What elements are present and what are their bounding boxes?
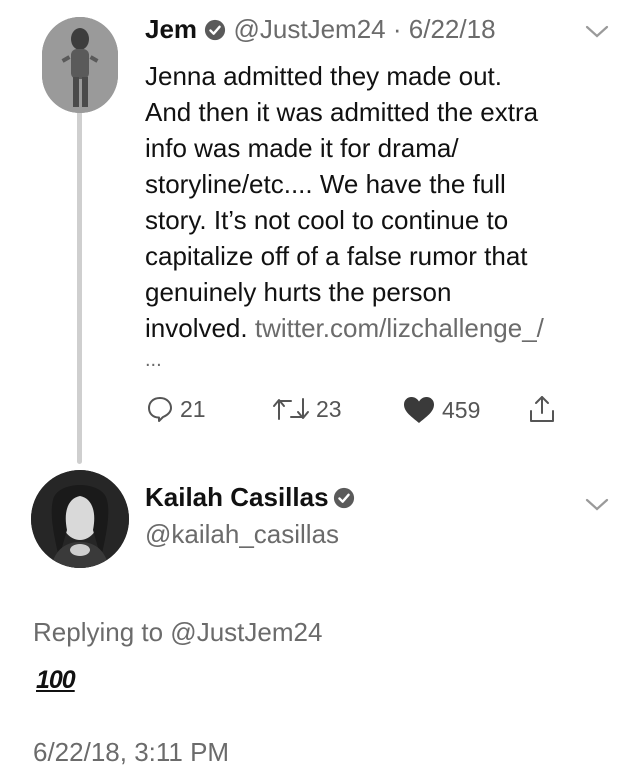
avatar-kailah[interactable] [31,470,129,568]
retweet-icon [273,398,309,420]
verified-badge-icon [205,19,226,41]
share-action[interactable] [526,393,558,430]
like-action[interactable]: 459 [402,395,480,425]
reply-action[interactable]: 21 [146,395,206,423]
tweet-text-line: genuinely hurts the person [145,277,452,307]
thread-connector-line [77,110,82,464]
hundred-points-emoji: 100 [36,666,76,694]
chevron-down-icon[interactable] [584,24,610,40]
tweet-date[interactable]: 6/22/18 [409,14,496,44]
tweet-body: Jenna admitted they made out. And then i… [145,58,605,374]
tweet-text-line: capitalize off of a false rumor that [145,241,528,271]
tweet-text-line: storyline/etc.... We have the full [145,169,506,199]
reply-tweet-header: Kailah Casillas [145,482,355,513]
author-handle[interactable]: @kailah_casillas [145,519,339,550]
tweet-text-line: And then it was admitted the extra [145,97,539,127]
author-handle[interactable]: @JustJem24 [234,14,386,44]
retweet-count: 23 [316,395,342,422]
heart-icon [404,397,434,423]
tweet-ellipsis: ... [145,349,162,371]
avatar-jem[interactable] [42,17,118,113]
replying-to-label[interactable]: Replying to @JustJem24 [33,617,322,648]
tweet-header: Jem @JustJem24 · 6/22/18 [145,14,496,45]
avatar-kailah-image [31,470,129,568]
avatar-jem-image [42,17,118,113]
reply-icon [148,397,172,422]
tweet-text-line: story. It’s not cool to continue to [145,205,509,235]
verified-badge-icon [333,487,355,509]
author-name[interactable]: Kailah Casillas [145,482,329,512]
chevron-down-icon[interactable] [584,497,610,513]
like-count: 459 [442,396,481,423]
tweet-text-line: Jenna admitted they made out. [145,61,503,91]
reply-count: 21 [180,395,206,422]
tweet-text-line-last: involved. twitter.com/lizchallenge_/ [145,310,605,346]
header-separator: · [392,14,402,44]
tweet-timestamp: 6/22/18, 3:11 PM [33,737,230,767]
tweet-text-line: involved. [145,313,248,343]
retweet-action[interactable]: 23 [272,395,342,423]
author-name[interactable]: Jem [145,14,197,44]
tweet-link[interactable]: twitter.com/lizchallenge_/ [255,313,544,343]
tweet-text-line: info was made it for drama/ [145,133,459,163]
share-icon [530,396,554,422]
